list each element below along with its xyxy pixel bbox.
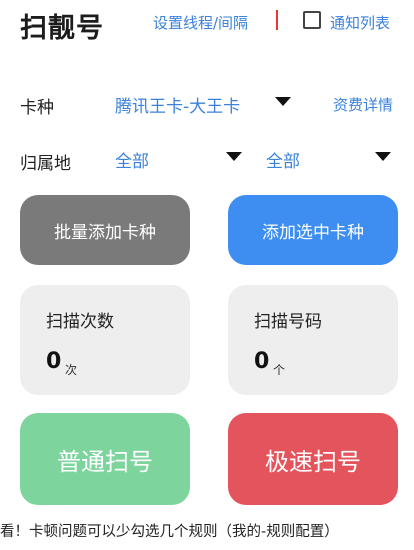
notify-list-checkbox[interactable] — [303, 11, 321, 29]
province-dropdown-icon[interactable] — [226, 152, 242, 161]
city-dropdown-icon[interactable] — [375, 152, 391, 161]
scan-count-unit: 次 — [65, 363, 78, 377]
province-select[interactable]: 全部 — [115, 147, 149, 172]
page-title: 扫靓号 — [20, 13, 104, 44]
location-label: 归属地 — [20, 154, 71, 174]
footer-tip-text: 看！卡顿问题可以少勾选几个规则（我的-规则配置） — [0, 524, 339, 540]
scan-numbers-card: 扫描号码 0 个 — [228, 285, 398, 395]
fast-scan-button[interactable]: 极速扫号 — [228, 413, 398, 505]
batch-add-card-type-button[interactable]: 批量添加卡种 — [20, 195, 190, 265]
card-type-select[interactable]: 腾讯王卡-大王卡 — [115, 92, 240, 117]
scan-count-value: 0 — [46, 349, 62, 374]
header-divider — [276, 10, 278, 30]
scan-numbers-unit: 个 — [273, 363, 286, 377]
header: 扫靓号 设置线程/间隔 通知列表 — [0, 0, 414, 50]
normal-scan-button[interactable]: 普通扫号 — [20, 413, 190, 505]
add-selected-card-type-button[interactable]: 添加选中卡种 — [228, 195, 398, 265]
scan-count-title: 扫描次数 — [46, 312, 114, 332]
card-type-dropdown-icon[interactable] — [275, 97, 291, 106]
scan-numbers-title: 扫描号码 — [254, 312, 322, 332]
scan-numbers-value: 0 — [254, 349, 270, 374]
card-type-label: 卡种 — [20, 98, 54, 118]
scan-count-card: 扫描次数 0 次 — [20, 285, 190, 395]
city-select[interactable]: 全部 — [266, 147, 300, 172]
settings-threads-link[interactable]: 设置线程/间隔 — [153, 12, 248, 33]
fee-details-link[interactable]: 资费详情 — [333, 94, 393, 115]
notify-list-label[interactable]: 通知列表 — [330, 12, 390, 33]
